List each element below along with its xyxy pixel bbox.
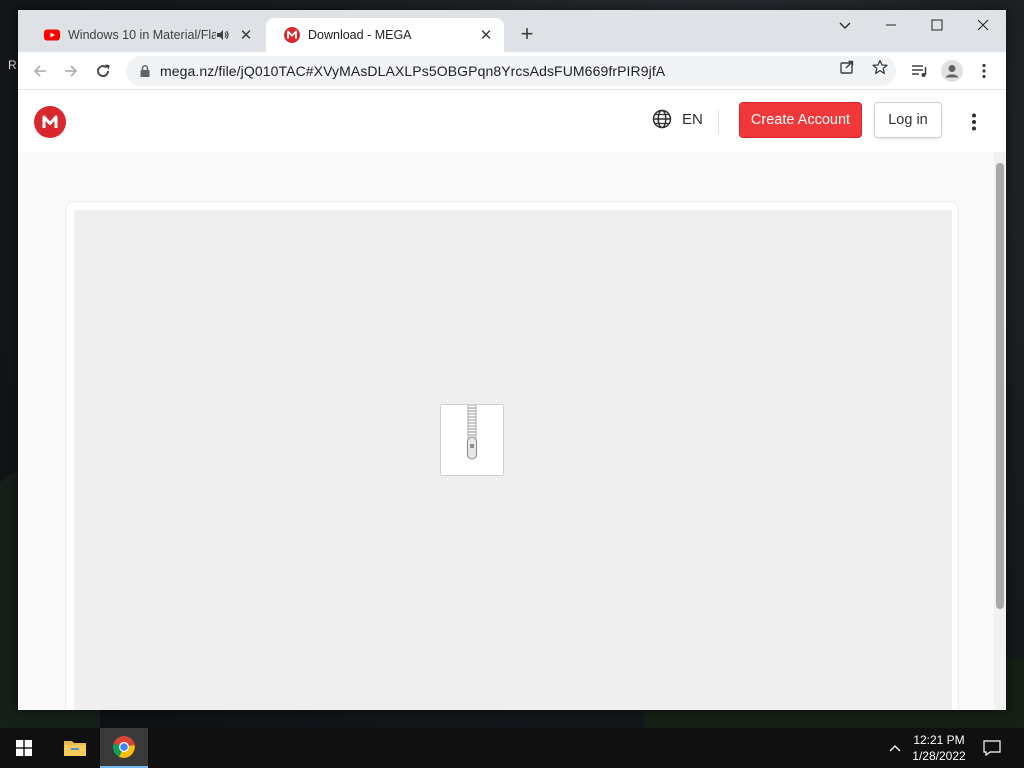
language-selector[interactable]: EN	[652, 109, 703, 129]
profile-button[interactable]	[939, 58, 965, 84]
media-controls-button[interactable]	[907, 58, 933, 84]
clock-time: 12:21 PM	[913, 733, 965, 747]
clock-date: 1/28/2022	[912, 749, 966, 763]
maximize-button[interactable]	[914, 10, 960, 40]
system-clock[interactable]: 12:21 PM 1/28/2022	[908, 732, 970, 764]
share-button[interactable]	[836, 56, 858, 78]
arrow-right-icon	[65, 65, 78, 77]
reload-button[interactable]	[90, 58, 116, 84]
mega-logo[interactable]	[34, 106, 66, 138]
arrow-left-icon	[33, 65, 46, 77]
tab-strip: Windows 10 in Material/Flat ✕ Download -…	[18, 10, 1006, 52]
windows-logo-icon	[16, 740, 32, 756]
login-button[interactable]: Log in	[874, 102, 942, 138]
mega-menu-button[interactable]	[964, 110, 984, 134]
zipper-icon	[467, 405, 477, 460]
speaker-icon[interactable]	[216, 28, 230, 42]
bookmark-button[interactable]	[869, 56, 891, 78]
file-explorer-button[interactable]	[51, 728, 99, 768]
maximize-icon	[931, 19, 943, 31]
mega-logo-icon	[42, 115, 58, 128]
action-center-button[interactable]	[976, 728, 1008, 768]
notification-icon	[983, 740, 1001, 756]
chrome-icon	[112, 736, 135, 758]
url-text[interactable]: mega.nz/file/jQ010TAC#XVyMAsDLAXLPs5OBGP…	[160, 63, 665, 79]
tab-youtube[interactable]: Windows 10 in Material/Flat ✕	[26, 18, 264, 52]
scrollbar-thumb[interactable]	[996, 163, 1004, 609]
tab-close-icon[interactable]: ✕	[478, 27, 494, 44]
folder-icon	[64, 741, 86, 756]
avatar-icon	[941, 60, 963, 82]
browser-toolbar: mega.nz/file/jQ010TAC#XVyMAsDLAXLPs5OBGP…	[18, 52, 1006, 90]
address-bar[interactable]: mega.nz/file/jQ010TAC#XVyMAsDLAXLPs5OBGP…	[126, 56, 896, 86]
forward-button[interactable]	[58, 58, 84, 84]
lock-icon[interactable]	[138, 64, 152, 78]
show-hidden-icons-button[interactable]	[884, 728, 906, 768]
language-label: EN	[682, 110, 703, 128]
share-icon	[840, 60, 854, 74]
playlist-icon	[912, 65, 927, 77]
new-tab-button[interactable]: +	[516, 23, 538, 46]
mega-favicon-icon	[284, 27, 300, 43]
taskbar: 12:21 PM 1/28/2022	[0, 728, 1024, 768]
back-button[interactable]	[27, 58, 53, 84]
minimize-button[interactable]	[868, 10, 914, 40]
chrome-taskbar-button[interactable]	[100, 728, 148, 768]
mega-page: EN Create Account Log in	[18, 90, 1006, 710]
tab-title: Download - MEGA	[308, 28, 412, 42]
create-account-button[interactable]: Create Account	[739, 102, 862, 138]
kebab-menu-icon	[972, 113, 976, 131]
youtube-icon	[44, 29, 60, 41]
tab-title: Windows 10 in Material/Flat	[68, 28, 216, 42]
mega-header: EN Create Account Log in	[18, 90, 1006, 152]
zip-file-icon	[440, 404, 504, 476]
kebab-menu-icon	[982, 63, 986, 79]
browser-window: Windows 10 in Material/Flat ✕ Download -…	[18, 10, 1006, 710]
tab-search-button[interactable]	[822, 10, 868, 40]
browser-menu-button[interactable]	[971, 58, 997, 84]
chevron-up-icon	[889, 745, 901, 752]
close-window-button[interactable]	[960, 10, 1006, 40]
globe-icon	[652, 109, 672, 129]
tab-mega[interactable]: Download - MEGA ✕	[266, 18, 504, 52]
desktop-icon-label[interactable]: R	[8, 58, 17, 72]
file-preview-area	[74, 210, 952, 710]
reload-icon	[97, 64, 110, 77]
minimize-icon	[886, 24, 896, 26]
start-button[interactable]	[0, 728, 48, 768]
tab-close-icon[interactable]: ✕	[238, 27, 254, 44]
close-icon	[977, 19, 989, 31]
header-divider	[718, 110, 719, 134]
star-icon	[872, 59, 888, 75]
chevron-down-icon	[839, 22, 851, 29]
